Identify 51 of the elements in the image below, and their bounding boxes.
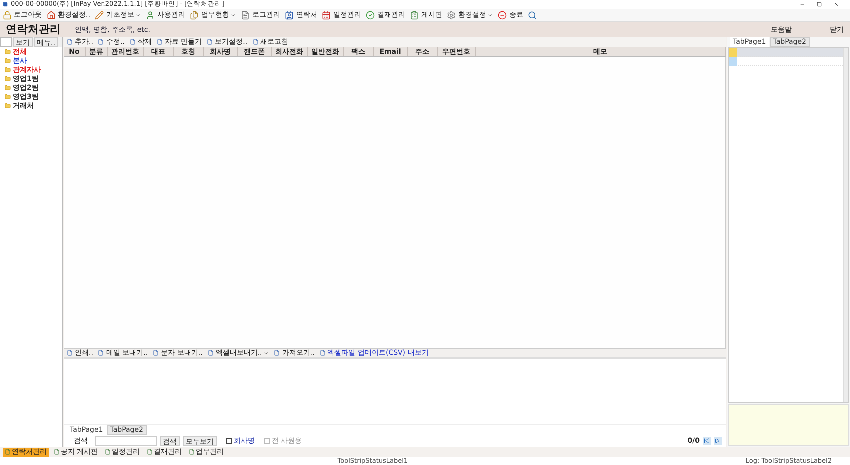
- folder-icon: [5, 76, 11, 82]
- folder-icon: [5, 94, 11, 100]
- page-title: 연락처관리: [6, 22, 61, 37]
- first-page-button[interactable]: [703, 437, 711, 445]
- contact-card-icon: [285, 10, 294, 20]
- caret-icon: [231, 12, 236, 18]
- folder-icon: [5, 102, 11, 108]
- sheet-icon: [252, 39, 259, 45]
- app-icon: [3, 2, 8, 7]
- caret-icon: [264, 350, 270, 356]
- person-icon: [146, 10, 156, 20]
- documents-icon: [190, 10, 200, 20]
- folder-icon: [5, 66, 11, 72]
- folder-icon: [5, 58, 11, 64]
- caret-icon: [488, 12, 494, 18]
- maximize-icon[interactable]: [817, 2, 822, 7]
- sheet-icon: [98, 39, 104, 45]
- lock-icon: [3, 10, 12, 20]
- check-circle-icon: [366, 10, 376, 20]
- sheet-icon: [67, 350, 73, 356]
- house-icon: [47, 10, 56, 20]
- sheet-icon: [98, 350, 104, 356]
- sheet-icon: [153, 350, 160, 356]
- document-icon: [147, 449, 154, 455]
- search-icon[interactable]: [528, 10, 538, 20]
- caret-icon: [136, 12, 142, 18]
- scrollbar[interactable]: [843, 48, 848, 402]
- document-icon: [105, 449, 112, 455]
- sheet-icon: [156, 39, 163, 45]
- minus-circle-icon: [498, 10, 508, 20]
- minimize-icon[interactable]: [800, 2, 805, 7]
- calendar-icon: [322, 10, 332, 20]
- folder-icon: [5, 48, 11, 54]
- folder-icon: [5, 84, 11, 90]
- document-icon: [241, 10, 250, 20]
- document-icon: [54, 449, 60, 455]
- pencil-icon: [95, 10, 104, 20]
- tree-search-field[interactable]: [0, 37, 12, 47]
- last-page-button[interactable]: [714, 437, 722, 445]
- settings-icon: [447, 10, 456, 20]
- sheet-icon: [320, 350, 326, 356]
- document-icon: [5, 449, 11, 455]
- sheet-icon: [207, 39, 214, 45]
- sheet-icon: [274, 350, 280, 356]
- sheet-icon: [67, 39, 73, 45]
- search-field[interactable]: [95, 436, 157, 446]
- document-icon: [189, 449, 196, 455]
- list-row[interactable]: [729, 57, 843, 66]
- sheet-icon: [130, 39, 136, 45]
- sheet-icon: [208, 350, 214, 356]
- clipboard-icon: [410, 10, 420, 20]
